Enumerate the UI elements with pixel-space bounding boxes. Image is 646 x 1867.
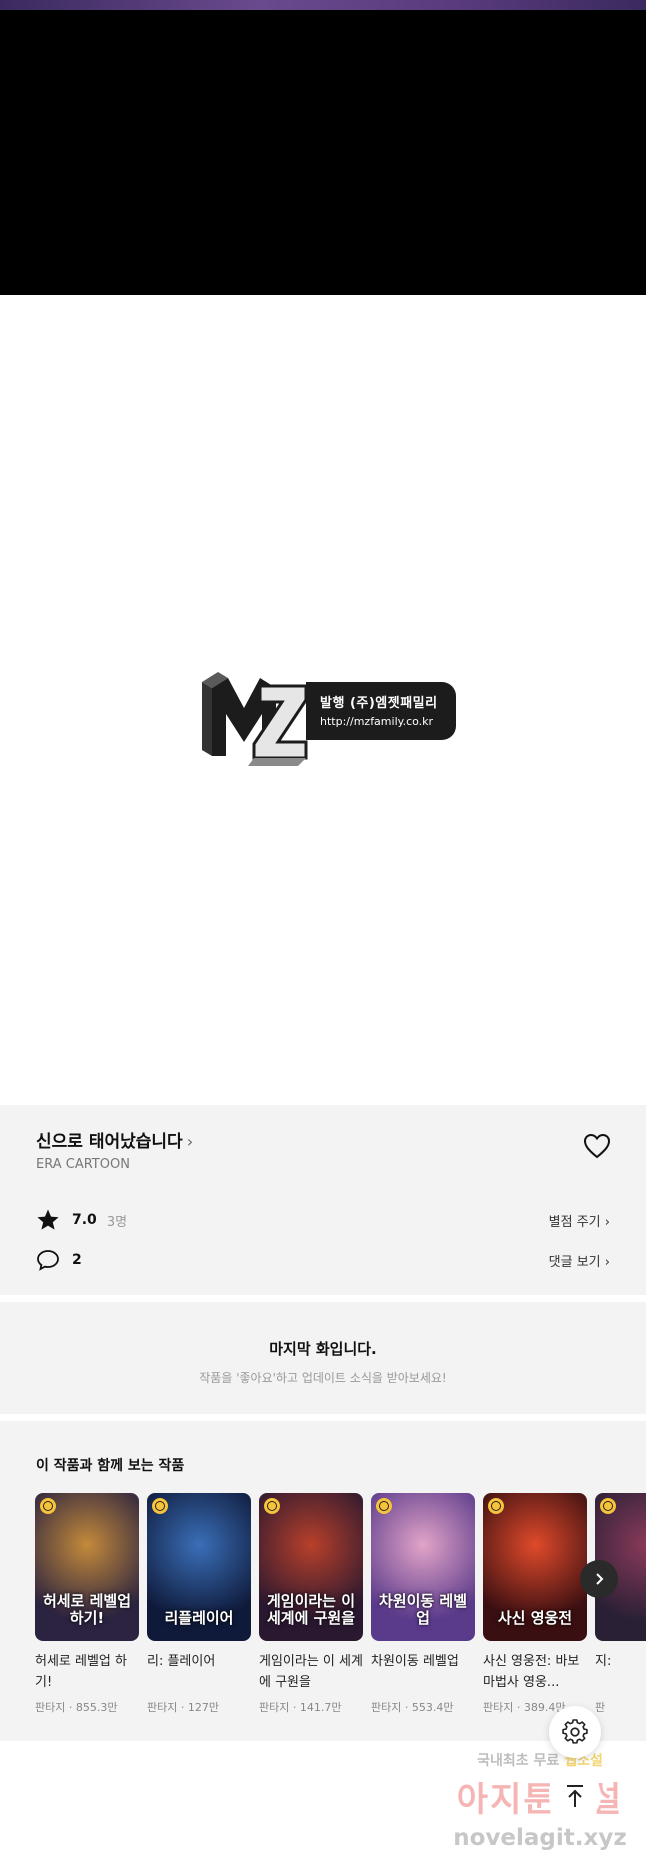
last-episode-subtitle: 작품을 '좋아요'하고 업데이트 소식을 받아보세요!: [199, 1371, 447, 1385]
card-views: 127만: [187, 1701, 219, 1714]
meta-separator: ·: [177, 1701, 188, 1714]
chevron-right-icon: ›: [604, 1254, 610, 1270]
card-title: 차원이동 레벨업: [371, 1654, 459, 1669]
watermark-line2: 아지툰소설: [456, 1780, 624, 1820]
recommendation-card[interactable]: 지: 판: [595, 1493, 646, 1715]
series-info-card: 신으로 태어났습니다 › ERA CARTOON 7.0 3명 별점 주기 › 2…: [0, 1105, 646, 1295]
card-meta: 판타지 · 553.4만: [371, 1699, 475, 1715]
meta-separator: ·: [289, 1701, 300, 1714]
recommendations-heading: 이 작품과 함께 보는 작품: [36, 1458, 185, 1474]
card-meta: 판: [595, 1699, 646, 1715]
comic-panel-black: [0, 10, 646, 295]
comment-count: 2: [72, 1252, 82, 1268]
comment-bubble-icon: [37, 1250, 59, 1271]
heart-icon[interactable]: [583, 1133, 611, 1159]
recommendations-section: 이 작품과 함께 보는 작품 허세로 레벨업 하기! 허세로 레벨업 하기! 판타지…: [0, 1421, 646, 1741]
card-meta: 판타지 · 127만: [147, 1699, 251, 1715]
card-views: 141.7만: [299, 1701, 342, 1714]
cover-title-art: 차원이동 레벨업: [378, 1592, 468, 1627]
watermark: 국내최초 무료 웹소설 아지툰소설 novelagit.xyz: [440, 1750, 640, 1860]
meta-separator: ·: [513, 1701, 524, 1714]
cover-title-art: 허세로 레벨업 하기!: [42, 1592, 132, 1627]
cover-thumbnail[interactable]: 게임이라는 이 세계에 구원을: [259, 1493, 363, 1641]
recommendation-card[interactable]: 차원이동 레벨업 차원이동 레벨업 판타지 · 553.4만: [371, 1493, 475, 1715]
card-genre: 판타지: [371, 1701, 402, 1714]
card-title: 사신 영웅전: 바보 마법사 영웅...: [483, 1654, 580, 1690]
clock-icon: [600, 1498, 616, 1514]
publisher-url: http://mzfamily.co.kr: [320, 715, 434, 728]
cover-thumbnail[interactable]: 리플레이어: [147, 1493, 251, 1641]
top-banner-strip: [0, 0, 646, 10]
clock-icon: [264, 1498, 280, 1514]
card-genre: 판타지: [259, 1701, 290, 1714]
clock-icon: [376, 1498, 392, 1514]
meta-separator: ·: [65, 1701, 76, 1714]
cover-title-art: 리플레이어: [164, 1609, 234, 1627]
gear-icon: [562, 1719, 588, 1744]
comment-row: 2 댓글 보기 ›: [36, 1245, 610, 1275]
publisher-name: 발행 (주)엠젯패밀리: [320, 696, 438, 711]
recommendation-card[interactable]: 허세로 레벨업 하기! 허세로 레벨업 하기! 판타지 · 855.3만: [35, 1493, 139, 1715]
clock-icon: [40, 1498, 56, 1514]
recommendation-card[interactable]: 사신 영웅전 사신 영웅전: 바보 마법사 영웅... 판타지 · 389.4만: [483, 1493, 587, 1715]
publisher-logo: 발행 (주)엠젯패밀리 http://mzfamily.co.kr: [198, 668, 458, 768]
series-author: ERA CARTOON: [36, 1157, 130, 1172]
card-views: 553.4만: [411, 1701, 454, 1714]
clock-icon: [488, 1498, 504, 1514]
card-genre: 판타지: [483, 1701, 514, 1714]
rating-value: 7.0: [72, 1212, 97, 1228]
card-title: 게임이라는 이 세계에 구원을: [259, 1654, 363, 1690]
comments-button[interactable]: 댓글 보기 ›: [549, 1251, 610, 1270]
carousel-next-button[interactable]: [580, 1560, 618, 1598]
recommendation-carousel[interactable]: 허세로 레벨업 하기! 허세로 레벨업 하기! 판타지 · 855.3만 리플레이어 리…: [35, 1493, 646, 1733]
card-title: 지:: [595, 1654, 612, 1669]
chevron-right-icon: ›: [186, 1132, 194, 1151]
rate-button[interactable]: 별점 주기 ›: [549, 1211, 610, 1230]
cover-thumbnail[interactable]: 사신 영웅전: [483, 1493, 587, 1641]
rating-row: 7.0 3명 별점 주기 ›: [36, 1205, 610, 1235]
card-genre: 판타지: [35, 1701, 66, 1714]
series-title-link[interactable]: 신으로 태어났습니다 ›: [36, 1127, 193, 1152]
recommendation-card[interactable]: 게임이라는 이 세계에 구원을 게임이라는 이 세계에 구원을 판타지 · 141.…: [259, 1493, 363, 1715]
publisher-info: 발행 (주)엠젯패밀리 http://mzfamily.co.kr: [306, 682, 456, 740]
meta-separator: ·: [401, 1701, 412, 1714]
watermark-line1: 국내최초 무료 웹소설: [440, 1750, 640, 1770]
cover-thumbnail[interactable]: 차원이동 레벨업: [371, 1493, 475, 1641]
chevron-right-icon: [596, 1573, 604, 1585]
recommendation-card[interactable]: 리플레이어리: 플레이어판타지 · 127만: [147, 1493, 251, 1715]
card-views: 855.3만: [75, 1701, 118, 1714]
clock-icon: [152, 1498, 168, 1514]
watermark-line3: novelagit.xyz: [453, 1825, 627, 1851]
comments-label: 댓글 보기: [548, 1254, 601, 1270]
card-genre: 판: [595, 1701, 606, 1714]
star-icon: [37, 1209, 59, 1230]
rating-count: 3명: [106, 1214, 128, 1230]
card-meta: 판타지 · 855.3만: [35, 1699, 139, 1715]
cover-title-art: 사신 영웅전: [497, 1609, 573, 1627]
series-title: 신으로 태어났습니다: [36, 1132, 183, 1152]
card-title: 리: 플레이어: [147, 1654, 216, 1669]
rate-label: 별점 주기: [548, 1214, 601, 1230]
cover-thumbnail[interactable]: 허세로 레벨업 하기!: [35, 1493, 139, 1641]
last-episode-notice: 마지막 화입니다. 작품을 '좋아요'하고 업데이트 소식을 받아보세요!: [0, 1302, 646, 1414]
arrow-up-icon: [567, 1785, 583, 1807]
last-episode-title: 마지막 화입니다.: [269, 1340, 377, 1358]
card-genre: 판타지: [147, 1701, 178, 1714]
scroll-top-button[interactable]: [549, 1770, 601, 1822]
card-title: 허세로 레벨업 하기!: [35, 1654, 127, 1690]
mz-logo-mark: [202, 672, 308, 766]
watermark-line1a: 국내최초 무료: [477, 1753, 565, 1769]
cover-title-art: 게임이라는 이 세계에 구원을: [266, 1592, 356, 1627]
chevron-right-icon: ›: [604, 1214, 610, 1230]
card-meta: 판타지 · 141.7만: [259, 1699, 363, 1715]
settings-button[interactable]: [549, 1706, 601, 1758]
